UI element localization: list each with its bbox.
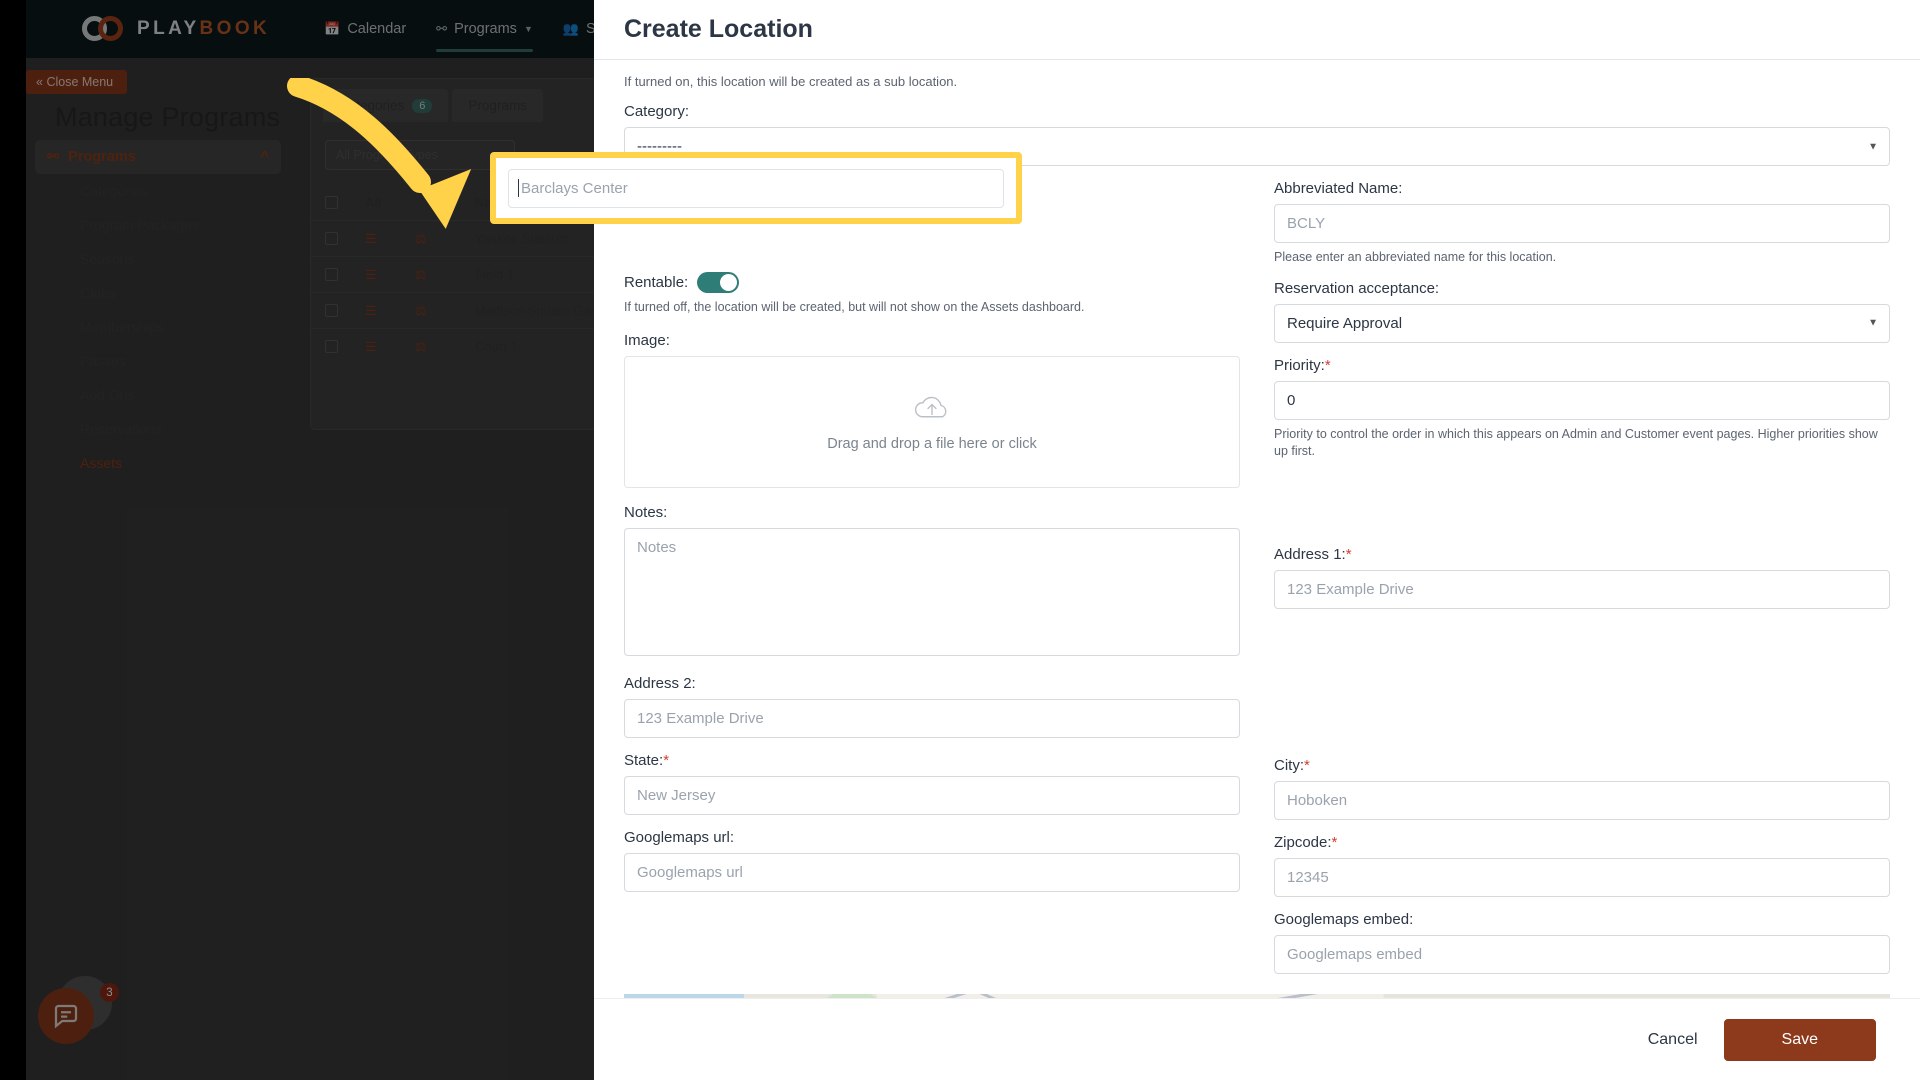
field-priority: Priority:* Priority to control the order… (1274, 357, 1890, 460)
label-category: Category: (624, 103, 690, 120)
reservation-acceptance-select[interactable]: Require Approval (1274, 303, 1890, 343)
cancel-button[interactable]: Cancel (1648, 1031, 1698, 1049)
googlemaps-url-input[interactable] (624, 852, 1240, 892)
required-asterisk: * (1324, 356, 1331, 374)
label-state: State:* (624, 751, 670, 769)
field-city: City:* (1274, 757, 1890, 820)
field-abbreviated-name: Abbreviated Name: Please enter an abbrev… (1274, 180, 1890, 266)
city-input[interactable] (1274, 780, 1890, 820)
state-input[interactable] (624, 775, 1240, 815)
field-googlemaps-embed: Googlemaps embed: (1274, 911, 1890, 974)
priority-input[interactable] (1274, 380, 1890, 420)
label-address2: Address 2: (624, 674, 696, 692)
field-reservation-acceptance: Reservation acceptance: Require Approval… (1274, 280, 1890, 343)
label-image: Image: (624, 331, 670, 349)
sub-location-hint: If turned on, this location will be crea… (624, 74, 958, 89)
field-notes: Notes: (624, 504, 1240, 661)
cloud-upload-icon (914, 396, 947, 418)
save-button[interactable]: Save (1723, 1018, 1876, 1061)
abbreviated-name-input[interactable] (1274, 204, 1890, 243)
label-googlemaps-url: Googlemaps url: (624, 828, 735, 846)
field-state: State:* (624, 752, 1240, 815)
map-image (624, 993, 1890, 998)
map-preview[interactable]: Foster City Fre (624, 993, 1890, 998)
address1-input[interactable] (1274, 569, 1890, 609)
label-notes: Notes: (624, 503, 668, 521)
name-field-highlight (490, 152, 1022, 224)
label-zipcode: Zipcode:* (1274, 833, 1338, 851)
field-rentable: Rentable: If turned off, the location wi… (624, 272, 1240, 316)
label-priority: Priority:* (1274, 356, 1331, 374)
required-asterisk: * (1331, 833, 1338, 851)
address2-input[interactable] (624, 698, 1240, 738)
label-reservation-acceptance: Reservation acceptance: (1274, 279, 1440, 297)
required-asterisk: * (663, 751, 670, 769)
modal-footer: Cancel Save (594, 998, 1920, 1080)
field-zipcode: Zipcode:* (1274, 834, 1890, 897)
rentable-toggle[interactable] (697, 272, 740, 293)
label-abbreviated-name: Abbreviated Name: (1274, 180, 1403, 197)
label-rentable: Rentable: (624, 274, 689, 291)
abbreviated-name-help: Please enter an abbreviated name for thi… (1274, 250, 1557, 264)
googlemaps-embed-input[interactable] (1274, 934, 1890, 974)
rentable-help: If turned off, the location will be crea… (624, 300, 1085, 314)
name-input[interactable] (508, 168, 1004, 208)
label-city: City:* (1274, 756, 1310, 774)
notes-textarea[interactable] (624, 527, 1240, 656)
dropzone-text: Drag and drop a file here or click (827, 435, 1037, 452)
label-googlemaps-embed: Googlemaps embed: (1274, 910, 1414, 928)
modal-title: Create Location (624, 15, 813, 43)
required-asterisk: * (1304, 756, 1310, 774)
annotation-arrow (287, 78, 472, 229)
text-cursor (518, 179, 519, 197)
field-image: Image: Drag and drop a file here or clic… (624, 332, 1240, 488)
zipcode-input[interactable] (1274, 857, 1890, 897)
field-googlemaps-url: Googlemaps url: (624, 829, 1240, 892)
required-asterisk: * (1345, 545, 1352, 563)
map-water (624, 993, 744, 998)
field-address1: Address 1:* (1274, 546, 1890, 609)
field-address2: Address 2: (624, 675, 1240, 738)
label-address1: Address 1:* (1274, 545, 1352, 563)
priority-help: Priority to control the order in which t… (1274, 426, 1878, 458)
modal-header: Create Location (594, 0, 1920, 60)
image-dropzone[interactable]: Drag and drop a file here or click (624, 355, 1240, 488)
